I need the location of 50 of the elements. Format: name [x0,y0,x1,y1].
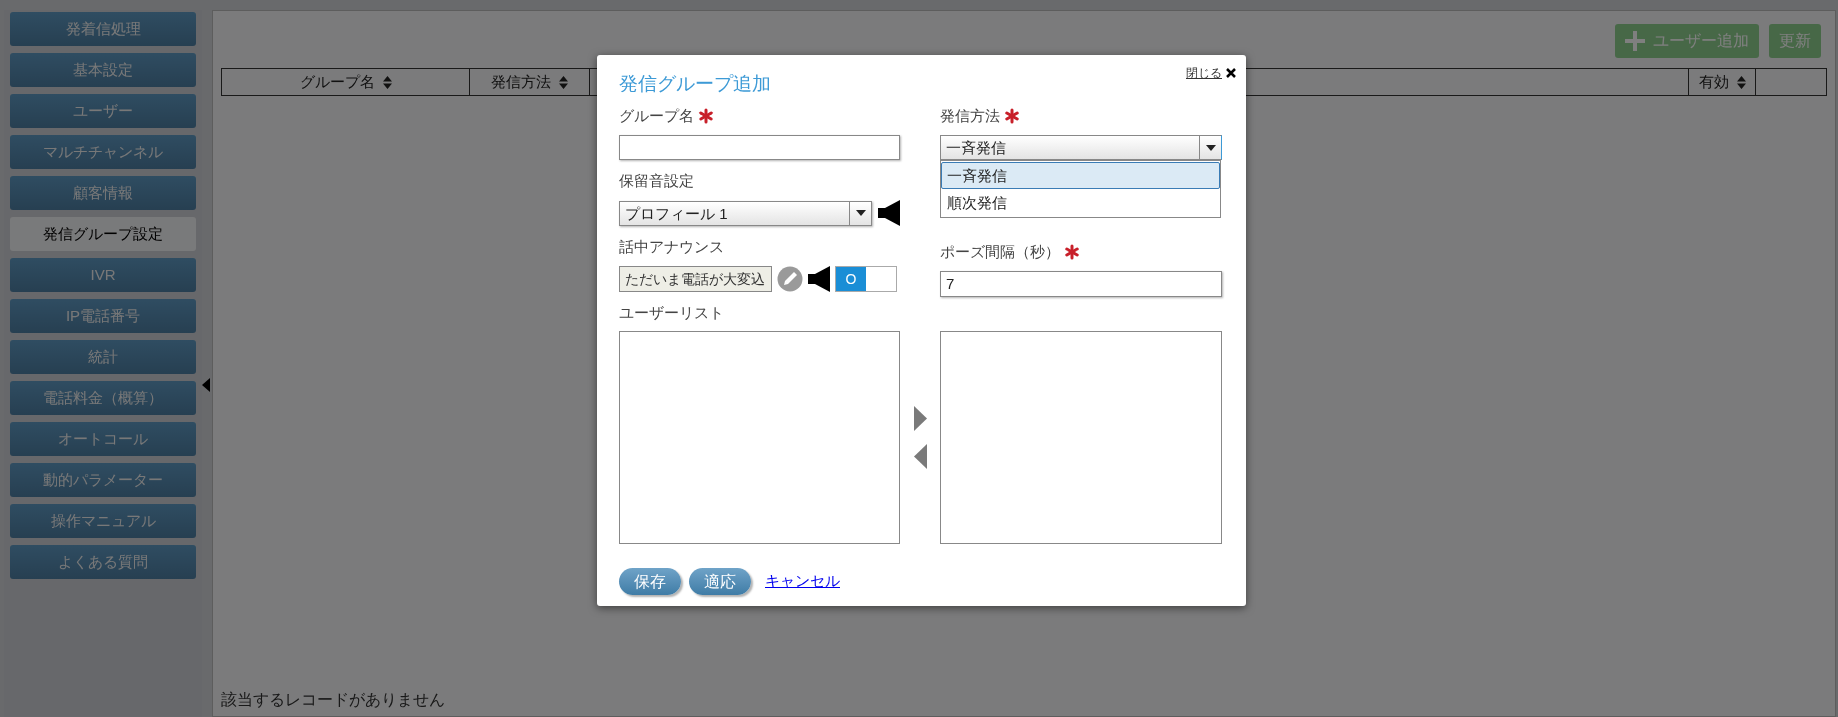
sort-icon[interactable] [382,75,392,89]
caret-icon [1205,144,1216,151]
close-icon[interactable] [1226,68,1236,78]
sidebar-item[interactable]: 統計 [10,340,196,374]
group-name-field[interactable] [619,135,900,160]
dialog-title: 発信グループ追加 [619,72,771,96]
move-right-arrow-icon[interactable] [913,406,927,431]
column-header[interactable]: グループ名 [222,69,470,95]
sidebar-item[interactable]: マルチチャンネル [10,135,196,169]
sort-icon[interactable] [559,75,568,89]
apply-button[interactable]: 適応 [689,568,751,595]
dropdown-option[interactable]: 順次発信 [941,189,1220,216]
field-label: 発信方法 [940,105,1000,126]
field-label: グループ名 [619,105,694,126]
sidebar-item[interactable]: IP電話番号 [10,299,196,333]
caret-icon [855,210,866,216]
announcement-field: ただいま電話が大変込 [619,266,772,292]
column-header[interactable]: 有効 [1689,69,1756,95]
sidebar-item[interactable]: 発信グループ設定 [10,217,196,251]
hold-music-select[interactable]: プロフィール 1 [619,200,872,226]
dropdown-option[interactable]: 一斉発信 [941,162,1220,189]
column-header[interactable]: 発信方法 [470,69,590,95]
speaker-icon[interactable] [808,266,830,292]
sort-icon[interactable] [1736,75,1746,89]
method-select[interactable]: 一斉発信 [940,135,1222,160]
plus-icon [1625,31,1645,51]
sidebar-item[interactable]: IVR [10,258,196,292]
close-link[interactable]: 閉じる [1186,64,1222,82]
sidebar-item[interactable]: 電話料金（概算） [10,381,196,415]
field-label: ユーザーリスト [619,302,724,323]
sidebar-item[interactable]: 基本設定 [10,53,196,87]
toggle-switch[interactable]: O [835,266,897,292]
field-label: ポーズ間隔（秒） [940,241,1060,262]
sidebar-item[interactable]: 操作マニュアル [10,504,196,538]
sidebar-item[interactable]: よくある質問 [10,545,196,579]
field-label: 保留音設定 [619,170,694,191]
sidebar-item[interactable]: オートコール [10,422,196,456]
sidebar-item[interactable]: 発着信処理 [10,12,196,46]
move-left-arrow-icon[interactable] [913,444,927,469]
sidebar-item[interactable]: 顧客情報 [10,176,196,210]
pause-interval-field[interactable]: 7 [940,271,1222,297]
empty-message: 該当するレコードがありません [221,690,445,710]
sidebar-item[interactable]: ユーザー [10,94,196,128]
cancel-link[interactable]: キャンセル [765,570,840,593]
collapse-arrow-icon[interactable] [202,378,210,392]
save-button[interactable]: 保存 [619,568,681,595]
sidebar-item[interactable]: 動的パラメーター [10,463,196,497]
edit-icon[interactable] [777,266,803,292]
speaker-icon[interactable] [878,200,900,226]
field-label: 話中アナウンス [619,236,724,257]
